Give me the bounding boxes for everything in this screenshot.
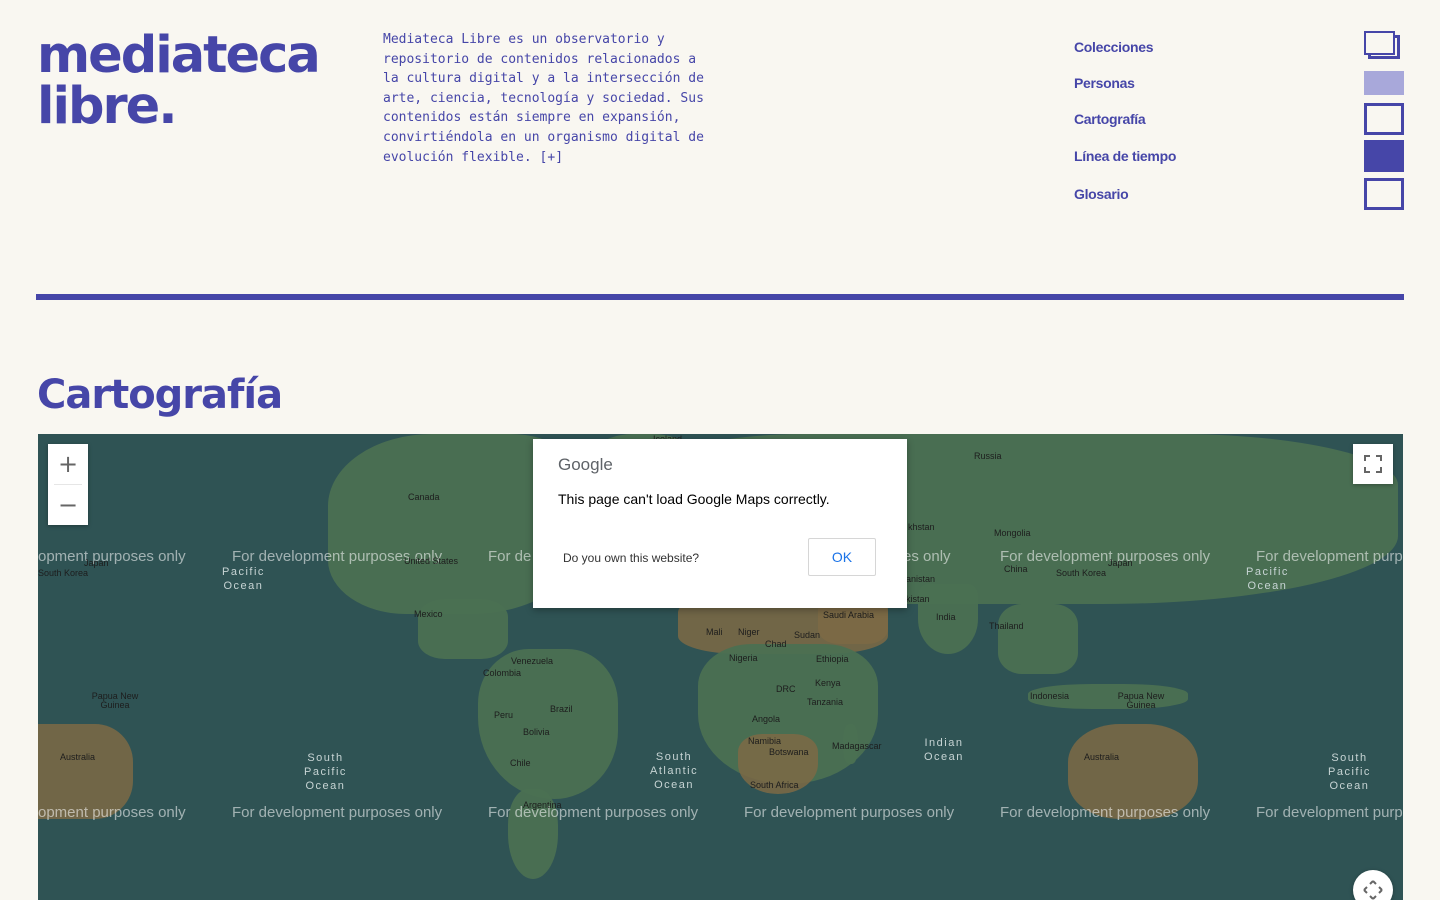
map-label: Japan (84, 558, 109, 568)
map-label: Sudan (794, 630, 821, 640)
ocean-label: Pacific Ocean (222, 566, 265, 592)
map-label: Peru (494, 710, 514, 720)
map-label: Canada (408, 492, 440, 502)
map-label: Madagascar (832, 741, 882, 751)
map-watermark: For development purp (1256, 804, 1403, 821)
map-label: anistan (906, 574, 936, 584)
map-label: Venezuela (511, 656, 554, 666)
ocean-label: South Pacific Ocean (1328, 752, 1371, 792)
nav-item-personas[interactable]: Personas (1074, 64, 1404, 102)
map-watermark: opment purposes only (38, 548, 186, 565)
map-label: Thailand (989, 621, 1024, 631)
intro-paragraph: Mediateca Libre es un observatorio y rep… (383, 32, 704, 165)
map-label: Papua New Guinea (91, 691, 139, 710)
outline-square-icon (1364, 178, 1404, 210)
camera-control-button[interactable] (1353, 870, 1393, 900)
intro-text: Mediateca Libre es un observatorio y rep… (383, 30, 713, 167)
map-watermark: opment purposes only (38, 804, 186, 821)
map-label: Colombia (483, 668, 522, 678)
section-title: Cartografía (37, 372, 283, 418)
google-logo: Google (558, 455, 613, 474)
map-label: Australia (1084, 752, 1120, 762)
light-square-icon (1364, 71, 1404, 95)
map-label: Brazil (550, 704, 573, 714)
zoom-control: + − (48, 444, 88, 525)
map-label: Indonesia (1030, 691, 1070, 701)
ocean-label: Indian Ocean (924, 737, 964, 763)
map-label: Japan (1108, 558, 1133, 568)
nav-item-glosario[interactable]: Glosario (1074, 175, 1404, 213)
ok-button[interactable]: OK (808, 538, 876, 576)
map-label: Chile (510, 758, 531, 768)
map-watermark: For development purposes only (488, 804, 699, 821)
solid-square-icon (1364, 140, 1404, 172)
map-watermark: For development purposes only (1000, 548, 1211, 565)
land-central-america (418, 599, 508, 659)
ocean-label: Pacific Ocean (1246, 566, 1289, 592)
map-label: Mexico (414, 609, 443, 619)
map-label: Chad (765, 639, 787, 649)
map-label: China (1004, 564, 1028, 574)
map-label: Mali (706, 627, 723, 637)
nav-label-linea-de-tiempo: Línea de tiempo (1074, 148, 1177, 164)
logo-line-1: mediateca (37, 26, 321, 85)
map-label: Russia (974, 451, 1002, 461)
nav-label-colecciones: Colecciones (1074, 39, 1154, 55)
map-watermark: es only (903, 548, 951, 565)
fullscreen-icon (1364, 455, 1382, 473)
map-label: Nigeria (729, 653, 758, 663)
nav-item-linea-de-tiempo[interactable]: Línea de tiempo (1074, 137, 1404, 175)
map-label: Angola (752, 714, 781, 724)
error-message: This page can't load Google Maps correct… (558, 491, 830, 507)
land-se-asia (998, 604, 1078, 674)
stacked-squares-icon (1364, 31, 1404, 63)
fullscreen-button[interactable] (1353, 444, 1393, 484)
map-watermark: For development purposes only (232, 804, 443, 821)
outline-square-icon (1364, 103, 1404, 135)
site-logo[interactable]: mediateca libre. (37, 26, 321, 136)
map-label: India (936, 612, 956, 622)
map-watermark: For development purp (1256, 548, 1403, 565)
map-watermark: For development purposes only (1000, 804, 1211, 821)
map-label: Bolivia (523, 727, 550, 737)
map-label: Namibia (748, 736, 782, 746)
nav-label-cartografia: Cartografía (1074, 111, 1146, 127)
map-label: Tanzania (807, 697, 844, 707)
zoom-out-button[interactable]: − (48, 485, 88, 525)
nav-label-glosario: Glosario (1074, 186, 1129, 202)
nav-item-cartografia[interactable]: Cartografía (1074, 100, 1404, 138)
section-divider (36, 294, 1404, 300)
map-label: Argentina (523, 800, 562, 810)
logo-line-2: libre. (37, 77, 178, 136)
map-watermark: For de (488, 548, 532, 565)
map-label: DRC (776, 684, 796, 694)
own-website-link[interactable]: Do you own this website? (563, 551, 699, 565)
map-label: United States (404, 556, 459, 566)
ocean-label: South Atlantic Ocean (650, 751, 699, 791)
zoom-in-button[interactable]: + (48, 444, 88, 484)
map-label: Australia (60, 752, 96, 762)
map-label: Ethiopia (816, 654, 849, 664)
map-label: Saudi Arabia (823, 610, 875, 620)
read-more-link[interactable]: [+] (540, 150, 563, 165)
map-label: kistan (906, 594, 930, 604)
map-label: Niger (738, 627, 760, 637)
map-label: South Africa (750, 780, 799, 790)
map-label: Papua New Guinea (1117, 691, 1165, 710)
map-label: khstan (908, 522, 935, 532)
map-watermark: For development purposes only (744, 804, 955, 821)
map-label: Botswana (769, 747, 809, 757)
map-label: Mongolia (994, 528, 1031, 538)
move-arrows-icon (1363, 880, 1383, 900)
nav-label-personas: Personas (1074, 75, 1135, 91)
map-label: South Korea (38, 568, 89, 578)
nav-item-colecciones[interactable]: Colecciones (1074, 28, 1404, 66)
map-label: South Korea (1056, 568, 1107, 578)
map-label: Kenya (815, 678, 841, 688)
maps-error-dialog: Google This page can't load Google Maps … (533, 439, 907, 608)
ocean-label: South Pacific Ocean (304, 752, 347, 792)
